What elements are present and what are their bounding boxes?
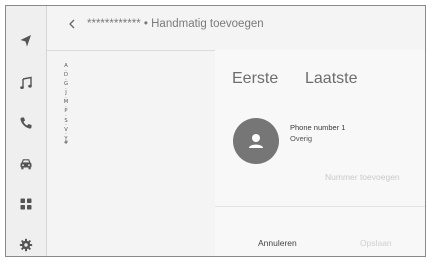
alphabet-index-letter[interactable]: # (59, 141, 73, 146)
header: ************ • Handmatig toevoegen (47, 6, 425, 42)
chevron-left-icon (69, 19, 75, 29)
contact-photo-button[interactable] (233, 118, 279, 164)
main-area: ************ • Handmatig toevoegen A · D · G… (47, 6, 425, 256)
person-icon (249, 134, 263, 148)
settings-gear-icon (19, 238, 33, 252)
phone-icon (20, 117, 32, 129)
phone-number-label[interactable]: Phone number 1 (290, 123, 345, 132)
music-note-icon (20, 76, 32, 89)
save-button[interactable]: Opslaan (360, 238, 392, 248)
alphabet-index[interactable]: A · D · G · J · M · P · S · V · Y # (59, 64, 73, 214)
screen-frame: ************ • Handmatig toevoegen A · D · G… (5, 5, 426, 257)
navigation-arrow-icon (20, 35, 31, 47)
car-icon (20, 159, 32, 170)
first-name-field[interactable]: Eerste (232, 70, 278, 88)
sidebar-item-settings[interactable] (6, 225, 46, 256)
sidebar-item-vehicle[interactable] (6, 144, 46, 184)
apps-grid-icon (20, 198, 32, 210)
phone-type-label[interactable]: Overig (290, 134, 312, 143)
sidebar-item-music[interactable] (6, 63, 46, 103)
sidebar-item-phone[interactable] (6, 103, 46, 143)
add-number-button[interactable]: Nummer toevoegen (325, 172, 400, 182)
footer-divider (215, 206, 425, 207)
last-name-field[interactable]: Laatste (305, 70, 357, 88)
sidebar-item-navigation[interactable] (6, 21, 46, 61)
back-button[interactable] (65, 17, 79, 31)
cancel-button[interactable]: Annuleren (258, 238, 297, 248)
page-title: ************ • Handmatig toevoegen (87, 18, 264, 30)
sidebar (6, 6, 47, 256)
sidebar-item-apps[interactable] (6, 184, 46, 224)
